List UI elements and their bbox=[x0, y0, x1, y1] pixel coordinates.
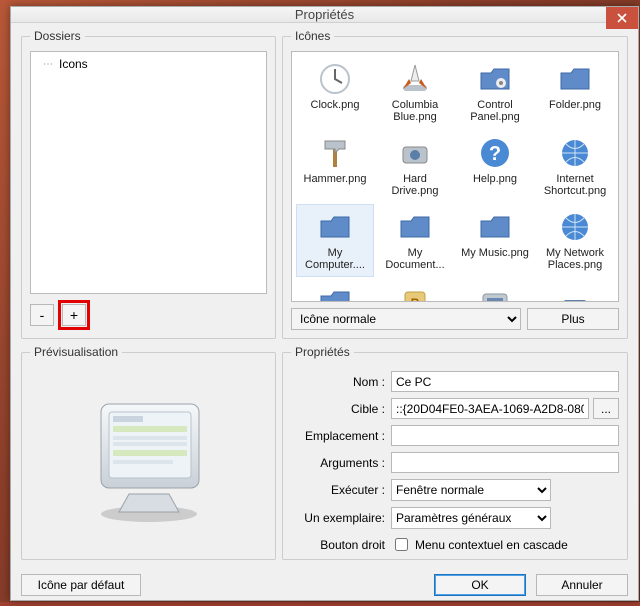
tree-item-label: Icons bbox=[59, 57, 88, 71]
folder-icon bbox=[317, 209, 353, 245]
misc2-icon bbox=[477, 284, 513, 302]
label-target: Cible : bbox=[291, 402, 391, 416]
folder-gear-icon bbox=[477, 61, 513, 97]
icon-item[interactable]: Internet Shortcut.png bbox=[536, 130, 614, 202]
icons-list[interactable]: Clock.png Columbia Blue.png Control Panel.… bbox=[291, 51, 619, 302]
icon-label: My Computer.... bbox=[299, 247, 371, 271]
icon-item[interactable] bbox=[456, 279, 534, 302]
instance-select[interactable]: Paramètres généraux bbox=[391, 507, 551, 529]
properties-group: Propriétés Nom : Cible : ... Emplacement… bbox=[282, 345, 628, 560]
icon-size-select[interactable]: Icône normale bbox=[291, 308, 521, 330]
icon-item[interactable]: My Document... bbox=[376, 204, 454, 276]
icons-legend: Icônes bbox=[291, 29, 334, 43]
more-button[interactable]: Plus bbox=[527, 308, 619, 330]
hammer-icon bbox=[317, 135, 353, 171]
folders-legend: Dossiers bbox=[30, 29, 85, 43]
label-location: Emplacement : bbox=[291, 429, 391, 443]
label-instance: Un exemplaire: bbox=[291, 511, 391, 525]
icon-item[interactable]: ? Help.png bbox=[456, 130, 534, 202]
icon-label: Control Panel.png bbox=[459, 99, 531, 123]
target-field[interactable] bbox=[391, 398, 589, 419]
icon-item[interactable] bbox=[536, 279, 614, 302]
icon-item[interactable]: Hammer.png bbox=[296, 130, 374, 202]
folders-tree[interactable]: ⋯ Icons bbox=[30, 51, 267, 294]
icon-item[interactable]: Hard Drive.png bbox=[376, 130, 454, 202]
icon-label: Folder.png bbox=[549, 99, 601, 121]
icon-label: My Music.png bbox=[461, 247, 529, 269]
arguments-field[interactable] bbox=[391, 452, 619, 473]
properties-dialog: Propriétés Dossiers ⋯ Icons - + Icôn bbox=[10, 6, 639, 601]
icon-item[interactable]: Control Panel.png bbox=[456, 56, 534, 128]
name-field[interactable] bbox=[391, 371, 619, 392]
icon-item[interactable]: My Computer.... bbox=[296, 204, 374, 276]
icon-label: My Network Places.png bbox=[539, 247, 611, 271]
svg-text:?: ? bbox=[489, 143, 501, 165]
tutorial-highlight: + bbox=[58, 300, 90, 330]
folder-icon bbox=[317, 284, 353, 302]
add-folder-button[interactable]: + bbox=[62, 304, 86, 326]
icons-group: Icônes Clock.png Columbia Blue.png Control… bbox=[282, 29, 628, 339]
icon-item[interactable]: Clock.png bbox=[296, 56, 374, 128]
help-icon: ? bbox=[477, 135, 513, 171]
cascade-checkbox[interactable] bbox=[395, 538, 408, 551]
icon-label: Hammer.png bbox=[304, 173, 367, 195]
svg-text:R: R bbox=[411, 296, 420, 302]
cancel-button[interactable]: Annuler bbox=[536, 574, 628, 596]
icon-label: Internet Shortcut.png bbox=[539, 173, 611, 197]
label-name: Nom : bbox=[291, 375, 391, 389]
remove-folder-button[interactable]: - bbox=[30, 304, 54, 326]
shuttle-icon bbox=[397, 61, 433, 97]
close-icon bbox=[617, 13, 627, 23]
ok-button[interactable]: OK bbox=[434, 574, 526, 596]
icon-label: Columbia Blue.png bbox=[379, 99, 451, 123]
cascade-label: Menu contextuel en cascade bbox=[415, 538, 568, 552]
folder-icon bbox=[477, 209, 513, 245]
titlebar[interactable]: Propriétés bbox=[11, 7, 638, 23]
icon-item[interactable]: Folder.png bbox=[536, 56, 614, 128]
location-field[interactable] bbox=[391, 425, 619, 446]
tree-item[interactable]: ⋯ Icons bbox=[35, 56, 262, 72]
tree-line-icon: ⋯ bbox=[43, 59, 53, 70]
browse-target-button[interactable]: ... bbox=[593, 398, 619, 419]
folders-group: Dossiers ⋯ Icons - + bbox=[21, 29, 276, 339]
globe-icon bbox=[557, 209, 593, 245]
preview-legend: Prévisualisation bbox=[30, 345, 122, 359]
icon-label: My Document... bbox=[379, 247, 451, 271]
icon-item[interactable]: R bbox=[376, 279, 454, 302]
folder-icon bbox=[397, 209, 433, 245]
default-icon-button[interactable]: Icône par défaut bbox=[21, 574, 141, 596]
window-title: Propriétés bbox=[11, 7, 638, 22]
label-rightclick: Bouton droit bbox=[291, 538, 391, 552]
icon-item[interactable]: Columbia Blue.png bbox=[376, 56, 454, 128]
misc-icon: R bbox=[397, 284, 433, 302]
globe-icon bbox=[557, 135, 593, 171]
preview-group: Prévisualisation bbox=[21, 345, 276, 560]
props-legend: Propriétés bbox=[291, 345, 354, 359]
drive-icon bbox=[397, 135, 433, 171]
clock-icon bbox=[317, 61, 353, 97]
icon-item[interactable]: My Network Places.png bbox=[536, 204, 614, 276]
label-execute: Exécuter : bbox=[291, 483, 391, 497]
icon-label: Help.png bbox=[473, 173, 517, 195]
label-arguments: Arguments : bbox=[291, 456, 391, 470]
folder-icon bbox=[557, 61, 593, 97]
icon-item[interactable]: My Music.png bbox=[456, 204, 534, 276]
pen-icon bbox=[557, 284, 593, 302]
close-button[interactable] bbox=[606, 7, 638, 29]
icon-item[interactable] bbox=[296, 279, 374, 302]
icon-label: Hard Drive.png bbox=[379, 173, 451, 197]
dialog-footer: Icône par défaut OK Annuler bbox=[11, 570, 638, 606]
icon-label: Clock.png bbox=[311, 99, 360, 121]
execute-select[interactable]: Fenêtre normale bbox=[391, 479, 551, 501]
preview-monitor-icon bbox=[79, 394, 219, 524]
